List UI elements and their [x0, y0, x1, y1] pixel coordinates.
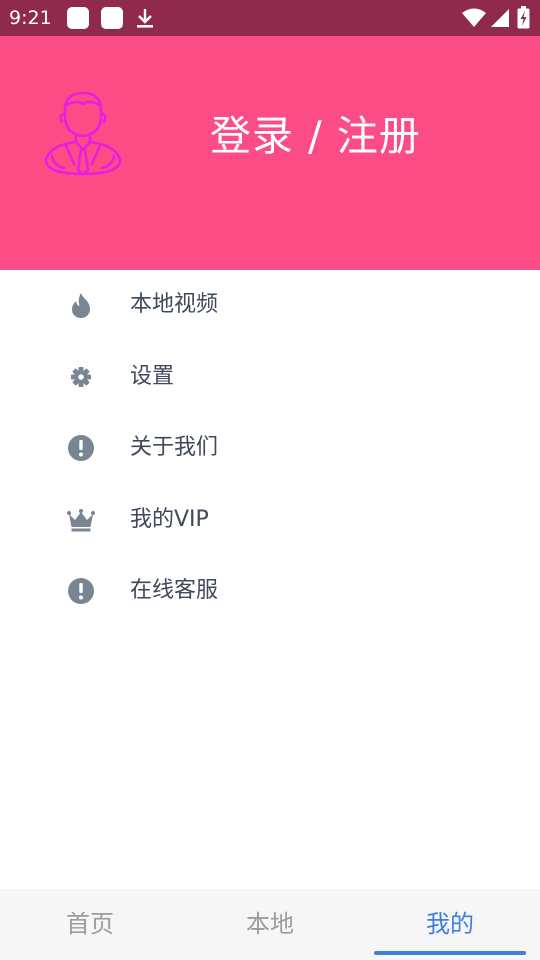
- info-alert-icon: [68, 578, 94, 604]
- menu-item-label: 在线客服: [130, 578, 219, 603]
- cell-signal-icon: [491, 9, 509, 27]
- profile-header: 登录 / 注册: [0, 36, 540, 270]
- menu-item-about-us[interactable]: 关于我们: [0, 413, 540, 485]
- user-avatar-icon[interactable]: [40, 90, 126, 176]
- menu-item-label: 我的VIP: [130, 506, 209, 532]
- tab-home[interactable]: 首页: [0, 889, 180, 960]
- download-icon: [137, 9, 153, 28]
- gear-icon: [71, 366, 91, 387]
- flame-icon: [72, 293, 90, 318]
- menu-item-online-service[interactable]: 在线客服: [0, 556, 540, 628]
- notification-square-icon: [101, 7, 123, 29]
- menu-list: 本地视频 设置 关于我们 我的VIP 在线客服: [0, 270, 540, 628]
- status-time: 9:21: [9, 7, 52, 29]
- crown-icon: [67, 508, 95, 531]
- tab-mine[interactable]: 我的: [360, 889, 540, 960]
- menu-item-label: 关于我们: [130, 435, 219, 460]
- notification-square-icon: [67, 7, 89, 29]
- active-tab-indicator: [374, 951, 526, 955]
- tab-local[interactable]: 本地: [180, 889, 360, 960]
- wifi-icon: [462, 8, 486, 27]
- status-bar: 9:21: [0, 0, 540, 36]
- menu-item-label: 本地视频: [130, 292, 219, 317]
- menu-item-my-vip[interactable]: 我的VIP: [0, 485, 540, 557]
- menu-item-settings[interactable]: 设置: [0, 342, 540, 414]
- menu-item-label: 设置: [130, 363, 175, 389]
- menu-item-local-video[interactable]: 本地视频: [0, 270, 540, 342]
- battery-charging-icon: [517, 6, 530, 29]
- bottom-nav: 首页 本地 我的: [0, 889, 540, 960]
- info-alert-icon: [68, 435, 94, 461]
- login-register-button[interactable]: 登录 / 注册: [210, 108, 421, 164]
